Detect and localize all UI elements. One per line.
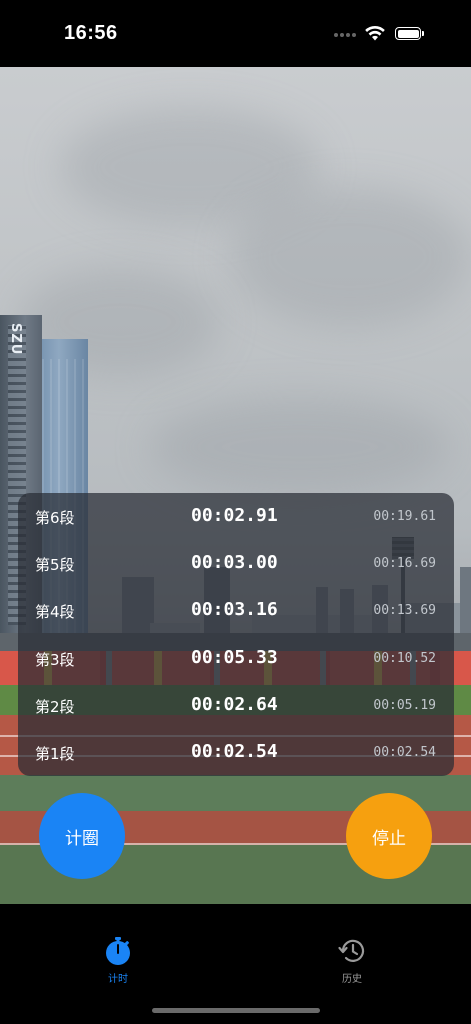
lap-name: 第2段 — [35, 698, 75, 716]
lap-split-time: 00:05.33 — [191, 647, 278, 668]
lap-split-time: 00:02.54 — [191, 741, 278, 762]
building-sign: SZU — [8, 323, 23, 356]
tab-label: 计时 — [108, 974, 128, 985]
battery-icon — [395, 27, 424, 40]
tab-history[interactable]: 历史 — [312, 936, 392, 985]
lap-total-time: 00:13.69 — [373, 603, 436, 618]
lap-row: 第6段 00:02.91 00:19.61 — [18, 493, 454, 540]
lap-name: 第3段 — [35, 651, 75, 669]
status-bar: 16:56 — [0, 0, 471, 67]
stop-button[interactable]: 停止 — [346, 793, 432, 879]
status-time: 16:56 — [64, 22, 118, 44]
tab-timer[interactable]: 计时 — [78, 936, 158, 985]
lap-total-time: 00:10.52 — [373, 651, 436, 666]
lap-row: 第4段 00:03.16 00:13.69 — [18, 587, 454, 634]
home-indicator — [152, 1008, 320, 1013]
lap-name: 第5段 — [35, 556, 75, 574]
lap-split-time: 00:02.64 — [191, 694, 278, 715]
signal-icon — [334, 33, 358, 39]
lap-row: 第1段 00:02.54 00:02.54 — [18, 729, 454, 776]
tab-bar: 计时 历史 — [0, 904, 471, 1024]
lap-button[interactable]: 计圈 — [39, 793, 125, 879]
laps-list[interactable]: 第6段 00:02.91 00:19.61 第5段 00:03.00 00:16… — [18, 493, 454, 776]
camera-background: SZU — [0, 67, 471, 904]
lap-name: 第1段 — [35, 745, 75, 763]
lap-split-time: 00:02.91 — [191, 505, 278, 526]
lap-row: 第2段 00:02.64 00:05.19 — [18, 682, 454, 729]
lap-name: 第6段 — [35, 509, 75, 527]
lap-split-time: 00:03.00 — [191, 552, 278, 573]
lap-row: 第3段 00:05.33 00:10.52 — [18, 635, 454, 682]
lap-total-time: 00:02.54 — [373, 745, 436, 760]
lap-split-time: 00:03.16 — [191, 599, 278, 620]
lap-total-time: 00:05.19 — [373, 698, 436, 713]
lap-name: 第4段 — [35, 603, 75, 621]
tab-label: 历史 — [342, 974, 362, 985]
lap-total-time: 00:16.69 — [373, 556, 436, 571]
lap-row: 第5段 00:03.00 00:16.69 — [18, 540, 454, 587]
wifi-icon — [365, 25, 385, 41]
lap-total-time: 00:19.61 — [373, 509, 436, 524]
history-icon — [338, 939, 365, 962]
stopwatch-icon — [106, 937, 130, 965]
